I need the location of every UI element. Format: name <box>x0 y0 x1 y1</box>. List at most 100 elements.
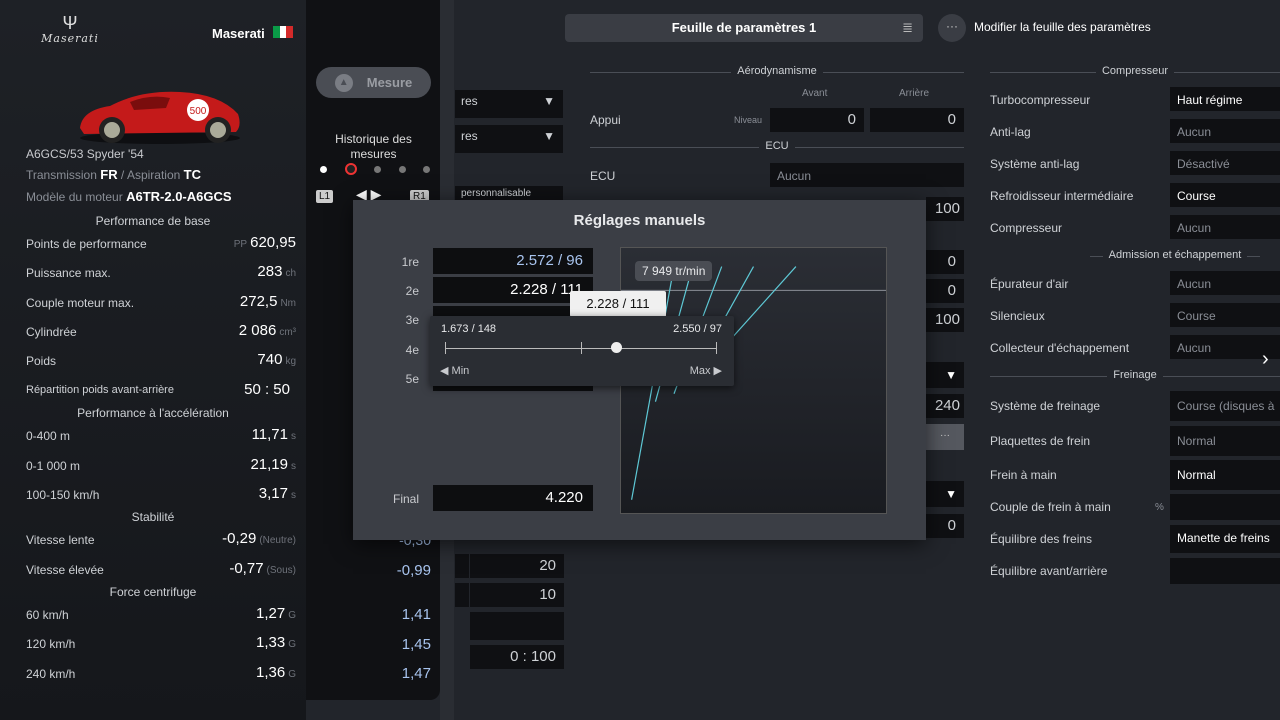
stat-weight-distribution: Répartition poids avant-arrière 50 : 50 <box>26 381 290 398</box>
antilag-select[interactable]: Aucun <box>1170 119 1280 143</box>
measure-history-label: Historique des mesures <box>335 132 412 161</box>
slider-min-button[interactable]: ◀ Min <box>440 364 469 377</box>
arrow-left-icon: ◀ <box>440 365 449 377</box>
stat-power: Puissance max. 283 ch <box>26 263 296 280</box>
brake-bias-input[interactable] <box>1170 558 1280 584</box>
bg-value-10[interactable]: 10 <box>470 583 564 607</box>
slider-tooltip: 2.228 / 111 <box>570 291 666 323</box>
gear-2-input[interactable]: 2.228 / 111 <box>433 277 593 303</box>
bg-value-0c[interactable]: 0 <box>926 514 964 538</box>
bg-edge-1 <box>455 554 469 578</box>
drivetrain-info: Transmission FR / Aspiration TC <box>26 167 201 182</box>
measure-g60: 1,41 <box>401 606 431 623</box>
intake-label: Silencieux <box>990 309 1045 323</box>
brake-label: Système de freinage <box>990 399 1101 413</box>
more-options-button[interactable]: ··· <box>938 14 966 42</box>
air-filter-select[interactable]: Aucun <box>1170 271 1280 295</box>
downforce-front-input[interactable]: 0 <box>770 108 864 132</box>
bg-select-1[interactable]: res ▼ <box>455 90 563 118</box>
bg-edge-2 <box>455 583 469 607</box>
brake-system-select[interactable]: Course (disques à <box>1170 391 1280 421</box>
settings-sheet-selector[interactable]: Feuille de paramètres 1 ≣ <box>565 14 923 42</box>
bg-value-240[interactable]: 240 <box>926 394 964 418</box>
section-centrifugal: Force centrifuge <box>0 585 306 599</box>
compressor-label: Système anti-lag <box>990 157 1080 171</box>
antilag-system-select[interactable]: Désactivé <box>1170 151 1280 175</box>
gear-label: 3e <box>405 313 419 327</box>
handbrake-select[interactable]: Normal <box>1170 460 1280 490</box>
measure-high-speed: -0,99 <box>396 562 431 579</box>
supercharger-select[interactable]: Aucun <box>1170 215 1280 239</box>
bg-select-4[interactable]: ▼ <box>926 362 964 388</box>
bg-value-0a[interactable]: 0 <box>926 250 964 274</box>
measure-g120: 1,45 <box>401 636 431 653</box>
downforce-rear-input[interactable]: 0 <box>870 108 964 132</box>
stat-torque: Couple moteur max. 272,5 Nm <box>26 293 296 310</box>
slider-track[interactable] <box>445 342 717 354</box>
intercooler-select[interactable]: Course <box>1170 183 1280 207</box>
intake-label: Épurateur d'air <box>990 277 1069 291</box>
engine-info: Modèle du moteur A6TR-2.0-A6GCS <box>26 189 232 204</box>
ecu-select[interactable]: Aucun <box>770 163 964 187</box>
aero-rear-label: Arrière <box>899 88 930 99</box>
aero-front-label: Avant <box>802 88 828 99</box>
section-accel: Performance à l'accélération <box>0 406 306 420</box>
compressor-label: Anti-lag <box>990 125 1031 139</box>
brake-label: Équilibre avant/arrière <box>990 564 1108 578</box>
intake-header: Admission et échappement <box>1090 249 1260 261</box>
compressor-header: Compresseur <box>990 65 1280 77</box>
compressor-label: Turbocompresseur <box>990 93 1091 107</box>
bg-ratio-field[interactable]: 0 : 100 <box>470 645 564 669</box>
brake-pads-select[interactable]: Normal <box>1170 426 1280 456</box>
final-label: Final <box>392 492 419 506</box>
brake-label: Plaquettes de frein <box>990 434 1091 448</box>
l1-button[interactable]: L1 <box>316 190 334 203</box>
stat-g60: 60 km/h 1,27 G <box>26 605 296 622</box>
gear-label: 4e <box>405 343 419 357</box>
bg-value-0b[interactable]: 0 <box>926 279 964 303</box>
brand-name: Maserati <box>212 26 265 41</box>
downforce-label: Appui <box>590 113 621 127</box>
stat-weight: Poids 740 kg <box>26 351 296 368</box>
maserati-logo: Ψ Maserati <box>41 13 99 45</box>
edit-sheet-label[interactable]: Modifier la feuille des paramètres <box>974 20 1151 34</box>
section-stability: Stabilité <box>0 510 306 524</box>
bg-value-20[interactable]: 20 <box>470 554 564 578</box>
ecu-label: ECU <box>590 169 616 183</box>
compressor-label: Compresseur <box>990 221 1063 235</box>
final-drive-input[interactable]: 4.220 <box>433 485 593 511</box>
list-icon: ≣ <box>902 20 913 35</box>
bg-select-2[interactable]: res ▼ <box>455 125 563 153</box>
aero-header: Aérodynamisme <box>590 65 964 77</box>
bg-value-100b[interactable]: 100 <box>926 308 964 332</box>
history-dots[interactable] <box>320 163 430 175</box>
bg-select-5[interactable]: ▼ <box>926 481 964 507</box>
bg-more-button[interactable]: ··· <box>926 424 964 450</box>
measure-button[interactable]: ▲ Mesure <box>316 67 431 98</box>
gear-1-input[interactable]: 2.572 / 96 <box>433 248 593 274</box>
stat-g240: 240 km/h 1,36 G <box>26 664 296 681</box>
handbrake-torque-input[interactable] <box>1170 494 1280 520</box>
svg-text:500: 500 <box>190 106 207 117</box>
brakes-header: Freinage <box>990 369 1280 381</box>
percent-unit: % <box>1155 502 1164 513</box>
car-info-panel: Ψ Maserati Maserati 500 A6GCS/53 Spyder … <box>0 0 306 720</box>
ecu-header: ECU <box>590 140 964 152</box>
bg-empty-field[interactable] <box>470 612 564 640</box>
muffler-select[interactable]: Course <box>1170 303 1280 327</box>
slider-handle[interactable] <box>611 342 623 353</box>
gear-label: 2e <box>405 284 419 298</box>
slider-max-value: 2.550 / 97 <box>673 323 722 335</box>
brake-balance-select[interactable]: Manette de freins <box>1170 525 1280 553</box>
slider-min-value: 1.673 / 148 <box>441 323 497 335</box>
chevron-right-icon[interactable]: › <box>1262 348 1269 371</box>
intake-label: Collecteur d'échappement <box>990 341 1130 355</box>
arrow-right-icon: ▶ <box>713 365 722 377</box>
slider-max-button[interactable]: Max ▶ <box>690 364 722 377</box>
stat-displacement: Cylindrée 2 086 cm³ <box>26 322 296 339</box>
bg-value-100a[interactable]: 100 <box>926 197 964 221</box>
car-model: A6GCS/53 Spyder '54 <box>26 147 144 161</box>
turbo-select[interactable]: Haut régime <box>1170 87 1280 111</box>
gear-label: 5e <box>405 372 419 386</box>
level-label: Niveau <box>734 115 763 125</box>
